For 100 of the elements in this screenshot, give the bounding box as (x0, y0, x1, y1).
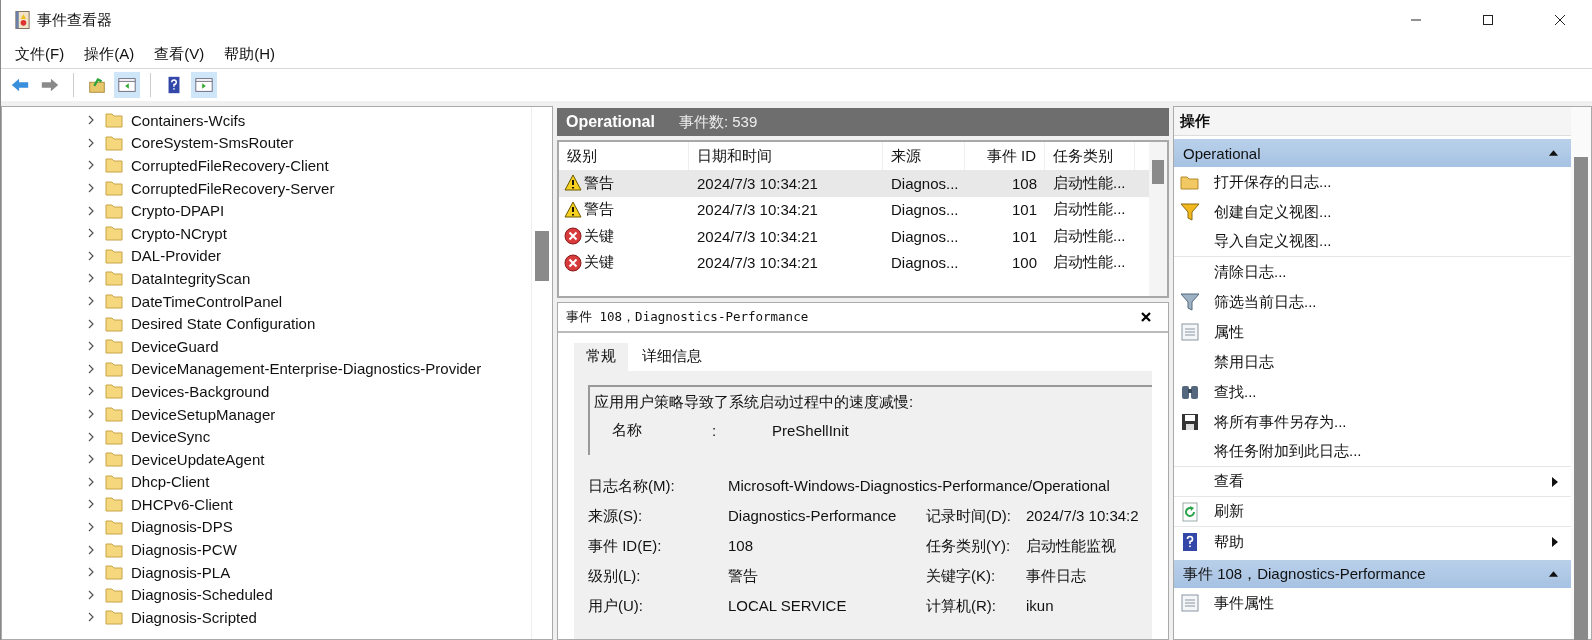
chevron-icon[interactable] (86, 522, 96, 532)
window-title: 事件查看器 (37, 10, 112, 30)
maximize-icon[interactable] (1482, 14, 1494, 26)
properties-icon (1180, 593, 1200, 613)
table-cell-text: 启动性能... (1052, 200, 1127, 220)
pane-toggle-button[interactable] (191, 72, 217, 98)
folder-icon (105, 586, 123, 603)
action-item[interactable]: 打开保存的日志... (1214, 172, 1332, 192)
tree-item[interactable]: Dhcp-Client (2, 470, 531, 494)
tree-item[interactable]: Diagnosis-PCW (2, 538, 531, 561)
scrollbar-thumb[interactable] (535, 231, 549, 281)
tree-item[interactable]: DHCPv6-Client (2, 493, 531, 516)
menu-item[interactable]: 查看(V) (154, 44, 205, 64)
action-item[interactable]: 查看 (1214, 472, 1244, 491)
tree-item[interactable]: DeviceSync (2, 425, 531, 448)
tree-item[interactable]: Diagnosis-PLA (2, 560, 531, 584)
chevron-icon[interactable] (86, 273, 96, 284)
action-item[interactable]: 创建自定义视图... (1214, 202, 1332, 222)
action-item[interactable]: 禁用日志 (1214, 352, 1274, 372)
description-label: 名称 (612, 421, 643, 440)
chevron-icon[interactable] (86, 318, 96, 329)
action-item[interactable]: 帮助 (1214, 532, 1244, 552)
action-item[interactable]: 筛选当前日志... (1214, 292, 1317, 312)
tree-item[interactable]: CoreSystem-SmsRouter (2, 131, 531, 155)
folder-icon (105, 360, 123, 377)
chevron-icon[interactable] (86, 454, 96, 465)
pane-icon (194, 75, 214, 95)
table-cell: 警告 (584, 200, 614, 220)
table-cell-text: 100 (1010, 254, 1038, 272)
chevron-icon[interactable] (86, 137, 96, 148)
pane-toggle-button[interactable] (114, 72, 140, 98)
tree-item[interactable]: DeviceGuard (2, 334, 531, 358)
tree-item[interactable]: DAL-Provider (2, 244, 531, 268)
scrollbar-thumb[interactable] (1574, 157, 1588, 640)
tree-item[interactable]: Containers-Wcifs (2, 109, 531, 132)
tree-item[interactable]: Diagnosis-Scripted (2, 606, 531, 629)
folder-icon (105, 541, 123, 558)
tree-item[interactable]: Diagnosis-DPS (2, 515, 531, 539)
chevron-icon[interactable] (86, 431, 96, 442)
tree-item[interactable]: Diagnosis-Scheduled (2, 583, 531, 607)
tree-item[interactable]: DataIntegrityScan (2, 267, 531, 290)
chevron-icon[interactable] (86, 183, 96, 194)
close-icon[interactable] (1554, 14, 1566, 26)
action-item[interactable]: 事件属性 (1214, 593, 1274, 613)
refresh-icon (1180, 501, 1200, 522)
action-item[interactable]: 清除日志... (1214, 262, 1287, 282)
chevron-icon[interactable] (86, 296, 96, 307)
action-item[interactable]: 刷新 (1214, 502, 1244, 521)
field-value: 2024/7/3 10:34:2 (1026, 507, 1140, 526)
tree-item[interactable]: Crypto-DPAPI (2, 199, 531, 222)
collapse-triangle-icon[interactable] (1548, 570, 1559, 578)
action-item[interactable]: 导入自定义视图... (1214, 232, 1332, 251)
folder-icon (105, 112, 123, 129)
scrollbar-thumb[interactable] (1152, 160, 1164, 184)
tree-item[interactable]: CorruptedFileRecovery-Server (2, 176, 531, 200)
folder-icon (105, 519, 123, 535)
action-item[interactable]: 将所有事件另存为... (1214, 412, 1347, 432)
chevron-icon[interactable] (86, 115, 96, 126)
chevron-icon[interactable] (86, 160, 96, 171)
section-header[interactable]: Operational (1174, 139, 1571, 167)
collapse-triangle-icon[interactable] (1548, 149, 1559, 157)
chevron-icon[interactable] (86, 612, 96, 623)
menu-item[interactable]: 文件(F) (15, 44, 65, 64)
chevron-icon[interactable] (86, 476, 96, 487)
field-value: 事件日志 (1026, 567, 1087, 586)
table-cell: 警告 (584, 173, 614, 193)
action-item[interactable]: 将任务附加到此日志... (1214, 442, 1362, 461)
close-icon[interactable] (1140, 311, 1152, 323)
chevron-icon[interactable] (86, 589, 96, 600)
help-icon (1180, 532, 1200, 552)
action-item[interactable]: 属性 (1214, 322, 1244, 342)
tree-item[interactable]: DateTimeControlPanel (2, 289, 531, 313)
chevron-icon[interactable] (86, 409, 96, 419)
tree-item[interactable]: DeviceUpdateAgent (2, 447, 531, 471)
menu-item[interactable]: 操作(A) (84, 44, 135, 64)
tree-item[interactable]: CorruptedFileRecovery-Client (2, 154, 531, 177)
event-count: 事件数: 539 (678, 112, 758, 132)
chevron-icon[interactable] (86, 341, 96, 352)
tree-item[interactable]: Crypto-NCrypt (2, 221, 531, 245)
table-cell-text: 2024/7/3 10:34:21 (696, 254, 819, 272)
tree-item[interactable]: DeviceSetupManager (2, 402, 531, 426)
chevron-icon[interactable] (86, 544, 96, 555)
tree-item[interactable]: Devices-Background (2, 380, 531, 403)
table-cell-text: Diagnos... (890, 201, 960, 219)
chevron-icon[interactable] (86, 250, 96, 261)
table-cell-text: 启动性能... (1052, 253, 1127, 273)
chevron-icon[interactable] (86, 205, 96, 216)
chevron-icon[interactable] (86, 386, 96, 397)
tree-item[interactable]: Desired State Configuration (2, 312, 531, 335)
menu-item[interactable]: 帮助(H) (224, 44, 275, 64)
tab[interactable]: 常规 (574, 343, 628, 371)
table-cell-text: Diagnos... (890, 254, 960, 272)
folder-icon (105, 270, 123, 287)
chevron-icon[interactable] (86, 567, 96, 578)
chevron-icon[interactable] (86, 363, 96, 374)
tree-item[interactable]: DeviceManagement-Enterprise-Diagnostics-Provider (2, 357, 531, 381)
section-header[interactable]: 事件 108，Diagnostics-Performance (1174, 560, 1571, 588)
chevron-icon[interactable] (86, 228, 96, 239)
action-item[interactable]: 查找... (1214, 382, 1257, 402)
chevron-icon[interactable] (86, 499, 96, 510)
